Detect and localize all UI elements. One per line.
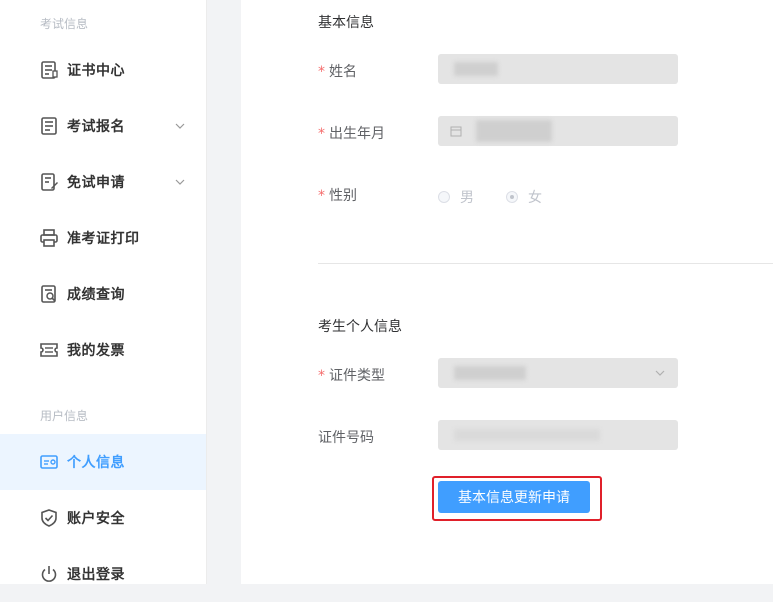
chevron-down-icon <box>175 179 185 185</box>
birth-date-field[interactable] <box>438 116 678 146</box>
edit-document-icon <box>41 173 58 191</box>
redacted-value <box>454 62 498 76</box>
sidebar-item-label: 成绩查询 <box>67 287 125 303</box>
sidebar-item-label: 退出登录 <box>67 567 125 583</box>
sidebar-item-account-security[interactable]: 账户安全 <box>0 490 206 546</box>
sidebar-item-exam-registration[interactable]: 考试报名 <box>0 98 206 154</box>
sidebar-item-label: 证书中心 <box>67 63 125 79</box>
certificate-icon <box>41 61 58 79</box>
redacted-value <box>454 366 526 380</box>
sidebar-item-label: 个人信息 <box>67 455 125 471</box>
sidebar-item-label: 我的发票 <box>67 343 125 359</box>
shield-icon <box>41 509 57 527</box>
sidebar-item-label: 准考证打印 <box>67 231 140 247</box>
sidebar-item-label: 考试报名 <box>67 119 125 135</box>
printer-icon <box>40 229 58 247</box>
chevron-down-icon <box>175 123 185 129</box>
divider <box>318 263 773 264</box>
sidebar-item-exemption-application[interactable]: 免试申请 <box>0 154 206 210</box>
sidebar-item-personal-info[interactable]: 个人信息 <box>0 434 206 490</box>
gender-radio-male[interactable]: 男 <box>438 187 474 207</box>
name-field[interactable] <box>438 54 678 84</box>
search-document-icon <box>41 285 56 303</box>
section-title-basic-info: 基本信息 <box>318 15 374 31</box>
main-content: 基本信息 * 姓名 * 出生年月 * 性别 男 女 考生个人信息 * 证件类型 证件号码… <box>241 0 773 584</box>
gender-radio-female[interactable]: 女 <box>506 187 542 207</box>
id-number-field[interactable] <box>438 420 678 450</box>
group-title-user: 用户信息 <box>40 409 89 423</box>
sidebar-item-certificate-center[interactable]: 证书中心 <box>0 42 206 98</box>
highlight-annotation <box>432 476 602 521</box>
chevron-down-icon <box>655 370 665 376</box>
section-title-personal-info: 考生个人信息 <box>318 319 402 335</box>
sidebar-item-score-inquiry[interactable]: 成绩查询 <box>0 266 206 322</box>
radio-icon <box>438 191 450 203</box>
sidebar-item-admission-ticket-print[interactable]: 准考证打印 <box>0 210 206 266</box>
ticket-icon <box>40 343 58 357</box>
power-icon <box>41 566 57 582</box>
calendar-icon <box>450 126 462 137</box>
id-type-label: * 证件类型 <box>318 368 385 384</box>
id-card-icon <box>40 455 58 469</box>
group-title-exam: 考试信息 <box>40 17 89 31</box>
sidebar: 考试信息 证书中心 考试报名 免试申请 准考证打印 成绩查询 我的发票 用户信息… <box>0 0 206 584</box>
sidebar-item-label: 免试申请 <box>67 175 125 191</box>
gender-label: * 性别 <box>318 188 357 204</box>
sidebar-item-logout[interactable]: 退出登录 <box>0 546 206 602</box>
redacted-value <box>476 120 552 142</box>
radio-checked-icon <box>506 191 518 203</box>
redacted-value <box>454 429 600 441</box>
id-type-select[interactable] <box>438 358 678 388</box>
birth-label: * 出生年月 <box>318 126 385 142</box>
sidebar-item-label: 账户安全 <box>67 511 125 527</box>
id-number-label: 证件号码 <box>318 430 374 446</box>
document-icon <box>41 117 57 135</box>
sidebar-item-my-invoices[interactable]: 我的发票 <box>0 322 206 378</box>
name-label: * 姓名 <box>318 64 357 80</box>
